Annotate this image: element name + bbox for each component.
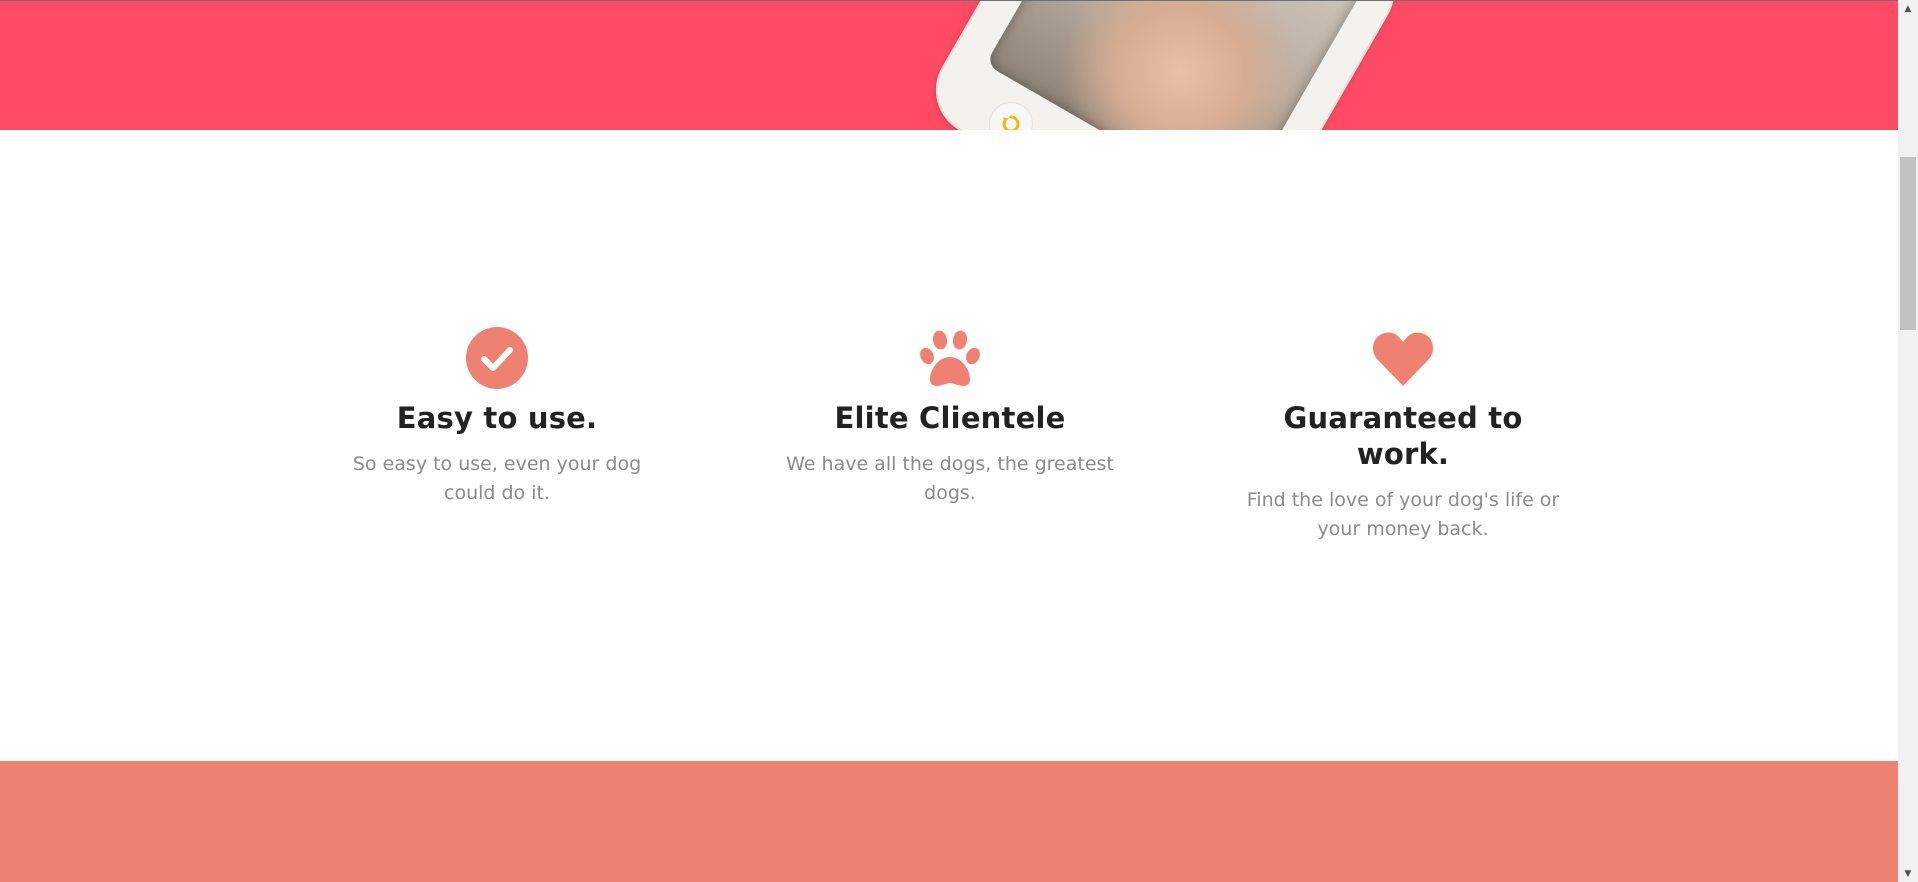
hero-section [0, 0, 1898, 130]
feature-description: We have all the dogs, the greatest dogs. [786, 453, 1114, 504]
feature-title: Guaranteed to work. [1283, 401, 1523, 471]
feature-guaranteed: Guaranteed to work. Find the love of you… [1235, 326, 1571, 544]
feature-description: Find the love of your dog's life or your… [1246, 489, 1560, 540]
scroll-thumb[interactable] [1900, 157, 1916, 330]
refresh-icon [1002, 115, 1020, 130]
check-circle-icon [466, 327, 528, 389]
feature-easy-to-use: Easy to use. So easy to use, even your d… [329, 326, 665, 508]
feature-title: Easy to use. [396, 401, 598, 435]
feature-elite-clientele: Elite Clientele We have all the dogs, th… [782, 326, 1118, 508]
feature-description: So easy to use, even your dog could do i… [352, 453, 642, 504]
scroll-down-button[interactable]: ▼ [1898, 865, 1918, 882]
feature-title: Elite Clientele [834, 401, 1066, 435]
dog-photo [985, 1, 1367, 130]
features-section: Easy to use. So easy to use, even your d… [0, 130, 1898, 761]
paw-icon [920, 330, 980, 386]
phone-image [919, 1, 1411, 130]
vertical-scrollbar[interactable]: ▲ ▼ [1898, 0, 1918, 882]
heart-icon [1373, 332, 1433, 386]
page-viewport: Easy to use. So easy to use, even your d… [0, 0, 1898, 882]
scroll-up-button[interactable]: ▲ [1898, 0, 1918, 17]
cta-section [0, 761, 1898, 882]
